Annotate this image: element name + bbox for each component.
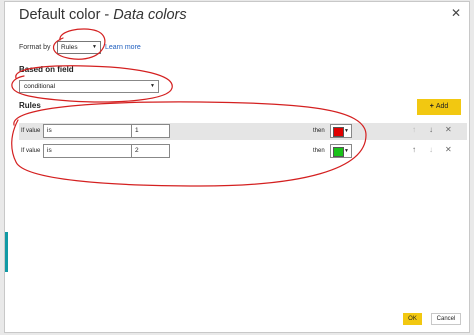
move-up-icon[interactable]: ↑ [412, 145, 416, 154]
rule-row: If value is ▼ 2 then ▼ ↑ ↓ ✕ [19, 143, 467, 160]
chevron-down-icon: ▼ [92, 44, 97, 50]
delete-icon[interactable]: ✕ [445, 145, 452, 154]
chevron-down-icon: ▼ [344, 148, 349, 154]
color-swatch [333, 147, 344, 157]
operator-value: is [47, 147, 52, 154]
add-label: Add [435, 103, 449, 110]
move-down-icon[interactable]: ↓ [429, 145, 433, 154]
ok-button[interactable]: OK [403, 313, 422, 325]
operator-dropdown[interactable]: is ▼ [43, 124, 143, 138]
delete-icon[interactable]: ✕ [445, 125, 452, 134]
if-value-label: If value [21, 128, 41, 134]
add-rule-button[interactable]: + Add [417, 99, 461, 115]
based-on-field-dropdown[interactable]: conditional ▼ [19, 80, 159, 93]
then-label: then [313, 148, 325, 154]
format-by-label: Format by [19, 44, 51, 51]
chevron-down-icon: ▼ [344, 128, 349, 134]
dialog-title: Default color - Data colors [19, 7, 187, 23]
cancel-button[interactable]: Cancel [431, 313, 461, 325]
rule-value-input[interactable]: 1 [131, 124, 170, 138]
plus-icon: + [429, 103, 434, 110]
based-on-field-value: conditional [24, 83, 56, 90]
rules-label: Rules [19, 101, 41, 110]
data-colors-dialog: Default color - Data colors ✕ Format by … [4, 1, 470, 333]
then-label: then [313, 128, 325, 134]
rule-value-input[interactable]: 2 [131, 144, 170, 158]
operator-dropdown[interactable]: is ▼ [43, 144, 143, 158]
title-italic: Data colors [113, 7, 187, 23]
close-icon[interactable]: ✕ [451, 6, 461, 20]
format-by-dropdown[interactable]: Rules ▼ [57, 41, 101, 54]
rule-row: If value is ▼ 1 then ▼ ↑ ↓ ✕ [19, 123, 467, 140]
operator-value: is [47, 127, 52, 134]
based-on-field-label: Based on field [19, 65, 74, 74]
if-value-label: If value [21, 148, 41, 154]
move-up-icon[interactable]: ↑ [412, 125, 416, 134]
teal-accent-strip [5, 232, 8, 272]
title-main: Default color - [19, 7, 114, 23]
chevron-down-icon: ▼ [150, 83, 155, 89]
learn-more-link[interactable]: Learn more [105, 44, 141, 51]
color-picker-dropdown[interactable]: ▼ [330, 124, 352, 138]
move-down-icon[interactable]: ↓ [429, 125, 433, 134]
format-by-value: Rules [61, 44, 78, 51]
color-swatch [333, 127, 344, 137]
color-picker-dropdown[interactable]: ▼ [330, 144, 352, 158]
